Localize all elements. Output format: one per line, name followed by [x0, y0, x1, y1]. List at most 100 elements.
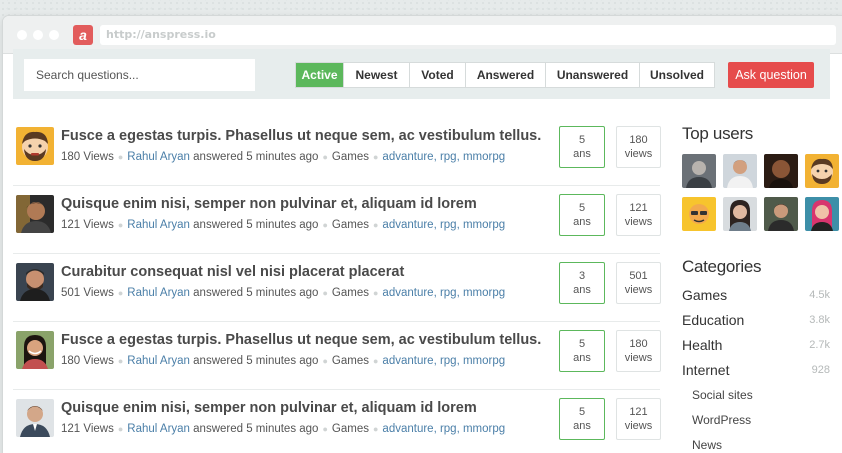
top-user-avatar[interactable] [682, 197, 716, 231]
author-link[interactable]: Rahul Aryan [127, 287, 190, 299]
tags-links[interactable]: advanture, rpg, mmorpg [382, 219, 505, 231]
author-link[interactable]: Rahul Aryan [127, 151, 190, 163]
answer-count: 5 [578, 202, 586, 214]
separator-dot-icon: ● [322, 356, 328, 366]
category-count: 3.8k [809, 314, 830, 326]
separator-dot-icon: ● [322, 424, 328, 434]
top-user-avatar[interactable] [723, 197, 757, 231]
tab-active[interactable]: Active [296, 63, 344, 87]
tab-unanswered[interactable]: Unanswered [546, 63, 640, 87]
category-link[interactable]: Games [332, 151, 369, 163]
category-item[interactable]: Health 2.7k [682, 333, 842, 358]
question-item: Fusce a egestas turpis. Phasellus ut neq… [13, 322, 661, 390]
views-count: 121 Views [61, 423, 114, 435]
avatar[interactable] [16, 127, 54, 165]
view-label: views [624, 216, 653, 228]
question-item: Quisque enim nisi, semper non pulvinar e… [13, 390, 661, 453]
category-name: Education [682, 312, 745, 328]
category-link[interactable]: Games [332, 219, 369, 231]
activity-text: answered 5 minutes ago [193, 151, 319, 163]
top-user-avatar[interactable] [764, 154, 798, 188]
man-avatar-icon [16, 195, 54, 233]
view-label: views [624, 420, 653, 432]
subcategory-item[interactable]: WordPress [682, 408, 842, 433]
question-title[interactable]: Fusce a egestas turpis. Phasellus ut neq… [61, 332, 541, 348]
top-user-avatar[interactable] [723, 154, 757, 188]
question-title[interactable]: Curabitur consequat nisl vel nisi placer… [61, 264, 404, 280]
question-title[interactable]: Fusce a egestas turpis. Phasellus ut neq… [61, 128, 541, 144]
view-count: 180 [629, 338, 648, 350]
answer-count-box: 5 ans [559, 126, 605, 168]
separator-dot-icon: ● [372, 356, 379, 366]
answer-count-box: 3 ans [559, 262, 605, 304]
question-meta: 121 Views ● Rahul Aryan answered 5 minutes… [61, 219, 505, 231]
category-item[interactable]: Games 4.5k [682, 283, 842, 308]
avatar[interactable] [16, 195, 54, 233]
author-link[interactable]: Rahul Aryan [127, 219, 190, 231]
view-count-box: 121 views [616, 194, 661, 236]
question-toolbar: Active Newest Voted Answered Unanswered … [13, 49, 830, 99]
tags-links[interactable]: advanture, rpg, mmorpg [382, 423, 505, 435]
answer-count-box: 5 ans [559, 330, 605, 372]
question-meta: 180 Views ● Rahul Aryan answered 5 minutes… [61, 355, 505, 367]
category-link[interactable]: Games [332, 423, 369, 435]
window-close-dot[interactable] [17, 30, 27, 40]
category-item[interactable]: Internet 928 [682, 358, 842, 383]
top-user-avatar[interactable] [764, 197, 798, 231]
activity-text: answered 5 minutes ago [193, 219, 319, 231]
man-avatar-icon [723, 154, 757, 188]
filter-tabs: Active Newest Voted Answered Unanswered … [295, 62, 715, 88]
answer-label: ans [573, 216, 591, 228]
man-avatar-icon [764, 197, 798, 231]
activity-text: answered 5 minutes ago [193, 355, 319, 367]
tags-links[interactable]: advanture, rpg, mmorpg [382, 151, 505, 163]
category-name: Internet [682, 362, 730, 378]
woman-avatar-icon [16, 331, 54, 369]
separator-dot-icon: ● [322, 288, 328, 298]
answer-count: 5 [578, 134, 586, 146]
avatar[interactable] [16, 263, 54, 301]
view-count: 121 [629, 406, 648, 418]
tags-links[interactable]: advanture, rpg, mmorpg [382, 355, 505, 367]
top-user-avatar[interactable] [805, 197, 839, 231]
sidebar: Top users Categories Games 4.5k Educatio… [682, 124, 842, 453]
window-minimize-dot[interactable] [33, 30, 43, 40]
answer-count: 5 [578, 406, 586, 418]
tab-answered[interactable]: Answered [466, 63, 546, 87]
subcategory-item[interactable]: Social sites [682, 383, 842, 408]
window-maximize-dot[interactable] [49, 30, 59, 40]
answer-label: ans [573, 148, 591, 160]
answer-label: ans [573, 352, 591, 364]
answer-count-box: 5 ans [559, 398, 605, 440]
tab-unsolved[interactable]: Unsolved [640, 63, 714, 87]
man-avatar-icon [682, 154, 716, 188]
top-user-avatar[interactable] [805, 154, 839, 188]
subcategory-item[interactable]: News [682, 433, 842, 453]
avatar[interactable] [16, 331, 54, 369]
answer-count: 5 [578, 338, 586, 350]
tab-newest[interactable]: Newest [344, 63, 410, 87]
avatar[interactable] [16, 399, 54, 437]
top-users-grid [682, 154, 842, 231]
separator-dot-icon: ● [322, 220, 328, 230]
tab-voted[interactable]: Voted [410, 63, 466, 87]
question-title[interactable]: Quisque enim nisi, semper non pulvinar e… [61, 196, 477, 212]
author-link[interactable]: Rahul Aryan [127, 355, 190, 367]
anspress-logo-icon: a [73, 25, 93, 45]
view-label: views [624, 284, 653, 296]
tags-links[interactable]: advanture, rpg, mmorpg [382, 287, 505, 299]
view-count: 180 [629, 134, 648, 146]
ask-question-button[interactable]: Ask question [728, 62, 814, 88]
top-user-avatar[interactable] [682, 154, 716, 188]
url-bar[interactable]: http://anspress.io [100, 25, 836, 45]
question-title[interactable]: Quisque enim nisi, semper non pulvinar e… [61, 400, 477, 416]
view-count: 121 [629, 202, 648, 214]
search-input[interactable] [24, 59, 255, 91]
category-count: 928 [811, 364, 830, 376]
question-item: Fusce a egestas turpis. Phasellus ut neq… [13, 118, 661, 186]
category-item[interactable]: Education 3.8k [682, 308, 842, 333]
author-link[interactable]: Rahul Aryan [127, 423, 190, 435]
category-link[interactable]: Games [332, 287, 369, 299]
separator-dot-icon: ● [372, 152, 379, 162]
category-link[interactable]: Games [332, 355, 369, 367]
